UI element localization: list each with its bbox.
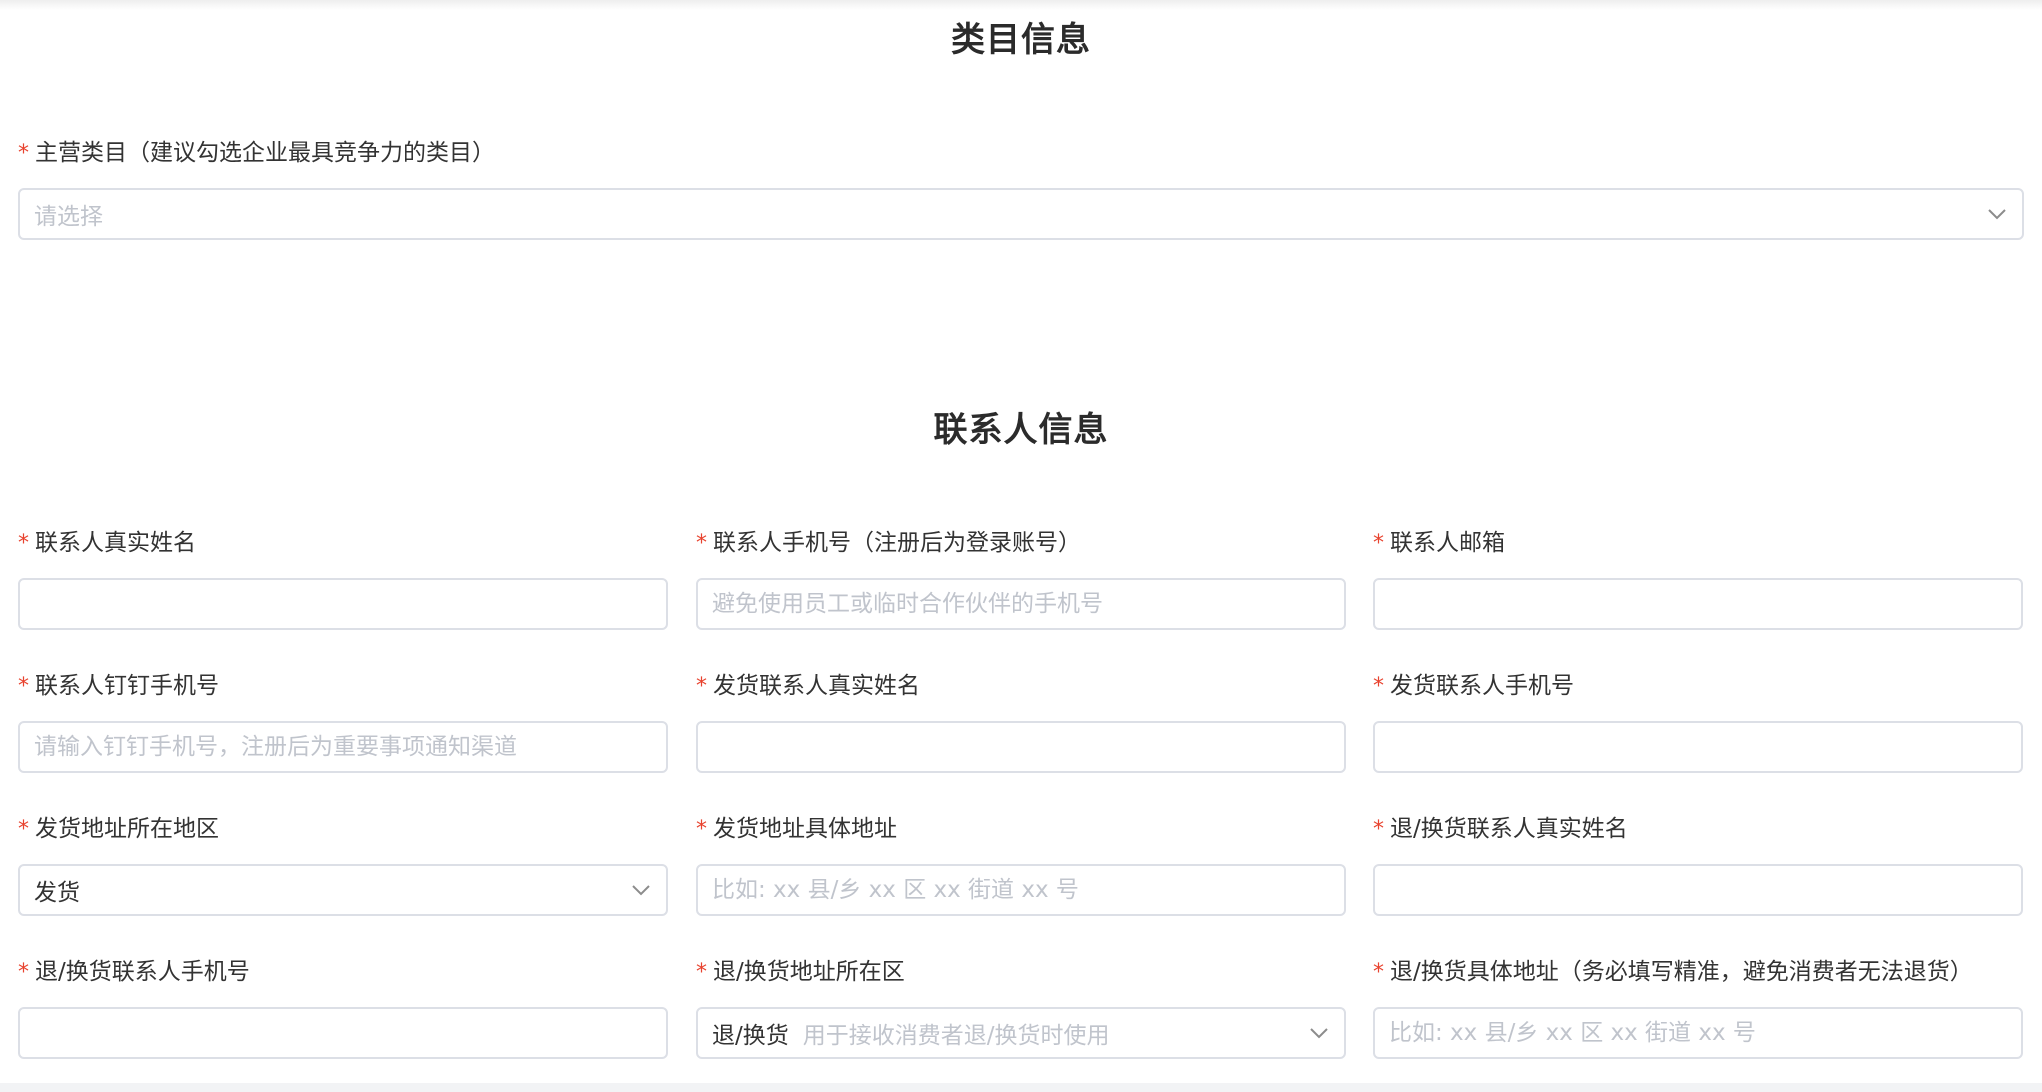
contact-name-label: * 联系人真实姓名 — [18, 530, 196, 556]
contact-email-box — [1373, 578, 2023, 630]
required-mark: * — [696, 960, 707, 985]
ship-region-label: * 发货地址所在地区 — [18, 816, 219, 842]
contact-name-input[interactable] — [34, 591, 666, 617]
required-mark: * — [18, 960, 29, 985]
ship-contact-phone-label: * 发货联系人手机号 — [1373, 673, 1574, 699]
section-title-category: 类目信息 — [951, 20, 1091, 60]
required-mark: * — [18, 817, 29, 842]
contact-email-field: * 联系人邮箱 — [1373, 526, 2023, 630]
return-contact-phone-input[interactable] — [34, 1020, 666, 1046]
main-category-field: * 主营类目（建议勾选企业最具竞争力的类目） 请选择 — [18, 136, 2024, 240]
chevron-down-icon — [630, 879, 652, 901]
ship-contact-phone-field: * 发货联系人手机号 — [1373, 669, 2023, 773]
return-contact-phone-box — [18, 1007, 668, 1059]
contact-phone-field: * 联系人手机号（注册后为登录账号） — [696, 526, 1346, 630]
contact-phone-label: * 联系人手机号（注册后为登录账号） — [696, 530, 1081, 556]
return-contact-name-input[interactable] — [1389, 877, 2021, 903]
return-region-value: 退/换货 — [712, 1023, 789, 1049]
required-mark: * — [1373, 531, 1384, 556]
section-title-contact: 联系人信息 — [933, 410, 1109, 450]
required-mark: * — [1373, 817, 1384, 842]
dingtalk-phone-box — [18, 721, 668, 773]
ship-contact-name-label: * 发货联系人真实姓名 — [696, 673, 920, 699]
contact-email-input[interactable] — [1389, 591, 2021, 617]
return-address-field: * 退/换货具体地址（务必填写精准，避免消费者无法退货） — [1373, 955, 2023, 1059]
return-address-label: * 退/换货具体地址（务必填写精准，避免消费者无法退货） — [1373, 959, 1973, 985]
ship-address-label: * 发货地址具体地址 — [696, 816, 897, 842]
ship-contact-name-box — [696, 721, 1346, 773]
return-contact-phone-field: * 退/换货联系人手机号 — [18, 955, 668, 1059]
dingtalk-phone-field: * 联系人钉钉手机号 — [18, 669, 668, 773]
return-address-box — [1373, 1007, 2023, 1059]
return-contact-phone-label: * 退/换货联系人手机号 — [18, 959, 250, 985]
return-address-input[interactable] — [1389, 1020, 2021, 1046]
required-mark: * — [696, 674, 707, 699]
ship-address-box — [696, 864, 1346, 916]
return-region-select[interactable]: 退/换货 用于接收消费者退/换货时使用 — [696, 1007, 1346, 1059]
contact-name-field: * 联系人真实姓名 — [18, 526, 668, 630]
return-contact-name-field: * 退/换货联系人真实姓名 — [1373, 812, 2023, 916]
contact-name-box — [18, 578, 668, 630]
main-category-placeholder: 请选择 — [34, 204, 103, 230]
store-registration-form: 类目信息 * 主营类目（建议勾选企业最具竞争力的类目） 请选择 联系人信息 * 联系… — [0, 0, 2042, 1092]
main-category-label: * 主营类目（建议勾选企业最具竞争力的类目） — [18, 140, 495, 166]
required-mark: * — [696, 817, 707, 842]
return-region-field: * 退/换货地址所在区 退/换货 用于接收消费者退/换货时使用 — [696, 955, 1346, 1059]
ship-region-field: * 发货地址所在地区 发货 — [18, 812, 668, 916]
required-mark: * — [1373, 674, 1384, 699]
ship-contact-phone-box — [1373, 721, 2023, 773]
contact-phone-input[interactable] — [712, 591, 1344, 617]
required-mark: * — [696, 531, 707, 556]
ship-region-select[interactable]: 发货 — [18, 864, 668, 916]
required-mark: * — [18, 141, 29, 166]
ship-region-value: 发货 — [34, 880, 80, 906]
chevron-down-icon — [1986, 203, 2008, 225]
dingtalk-phone-label: * 联系人钉钉手机号 — [18, 673, 219, 699]
required-mark: * — [18, 674, 29, 699]
required-mark: * — [1373, 960, 1384, 985]
ship-address-input[interactable] — [712, 877, 1344, 903]
return-region-placeholder: 用于接收消费者退/换货时使用 — [802, 1023, 1110, 1049]
contact-phone-box — [696, 578, 1346, 630]
ship-contact-phone-input[interactable] — [1389, 734, 2021, 760]
contact-email-label: * 联系人邮箱 — [1373, 530, 1505, 556]
main-category-select[interactable]: 请选择 — [18, 188, 2024, 240]
required-mark: * — [18, 531, 29, 556]
top-shadow — [0, 0, 2042, 10]
return-contact-name-label: * 退/换货联系人真实姓名 — [1373, 816, 1628, 842]
return-contact-name-box — [1373, 864, 2023, 916]
bottom-band — [0, 1083, 2042, 1092]
dingtalk-phone-input[interactable] — [34, 734, 666, 760]
ship-contact-name-field: * 发货联系人真实姓名 — [696, 669, 1346, 773]
ship-contact-name-input[interactable] — [712, 734, 1344, 760]
ship-address-field: * 发货地址具体地址 — [696, 812, 1346, 916]
chevron-down-icon — [1308, 1022, 1330, 1044]
return-region-label: * 退/换货地址所在区 — [696, 959, 905, 985]
